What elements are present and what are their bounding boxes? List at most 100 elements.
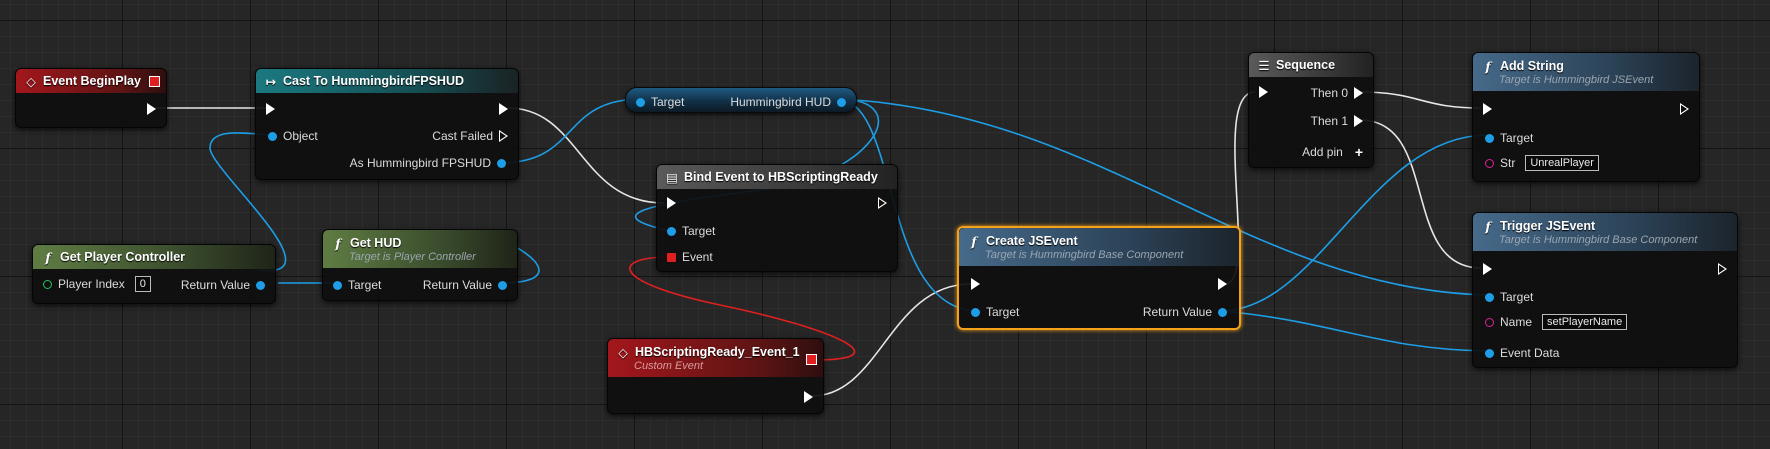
sequence-icon: ☰ bbox=[1258, 57, 1270, 73]
object-pin-icon bbox=[1485, 348, 1494, 358]
target-input-pin[interactable]: Target bbox=[333, 278, 387, 292]
pin-label: Event bbox=[682, 250, 713, 264]
target-input-pin[interactable]: Target bbox=[636, 95, 690, 109]
pin-label: Object bbox=[283, 129, 318, 143]
pin-label: Name bbox=[1500, 315, 1533, 329]
exec-arrow-icon bbox=[971, 278, 980, 290]
object-pin-icon bbox=[333, 280, 342, 290]
return-value-pin[interactable]: Return Value bbox=[1137, 305, 1227, 319]
function-icon: f bbox=[971, 233, 977, 249]
exec-input-pin[interactable] bbox=[667, 197, 676, 209]
exec-arrow-icon bbox=[1483, 103, 1492, 115]
exec-wire bbox=[507, 107, 665, 204]
pin-label: Return Value bbox=[180, 278, 250, 292]
exec-output-pin[interactable] bbox=[499, 103, 508, 115]
create-jsevent-node[interactable]: f Create JSEvent Target is Hummingbird Ba… bbox=[957, 226, 1241, 330]
str-input[interactable]: UnrealPlayer bbox=[1525, 155, 1599, 171]
exec-arrow-icon bbox=[266, 103, 275, 115]
delegate-output-pin[interactable] bbox=[149, 76, 160, 87]
exec-input-pin[interactable] bbox=[1259, 86, 1268, 98]
node-header: ◇ HBScriptingReady_Event_1 Custom Event bbox=[608, 339, 823, 377]
exec-input-pin[interactable] bbox=[1483, 263, 1492, 275]
hummingbird-hud-output-pin[interactable]: Hummingbird HUD bbox=[724, 95, 846, 109]
exec-arrow-icon bbox=[499, 130, 508, 142]
node-header: f Get HUD Target is Player Controller bbox=[323, 230, 517, 268]
then-1-pin[interactable]: Then 1 bbox=[1305, 114, 1363, 128]
node-header: ☰ Sequence bbox=[1249, 53, 1373, 77]
delegate-pin-icon bbox=[667, 252, 676, 262]
return-value-pin[interactable]: Return Value bbox=[417, 278, 507, 292]
exec-arrow-icon bbox=[878, 197, 887, 209]
exec-wire bbox=[1359, 91, 1482, 109]
target-input-pin[interactable]: Target bbox=[1485, 131, 1539, 145]
exec-output-pin[interactable] bbox=[1718, 263, 1727, 275]
node-header: f Trigger JSEvent Target is Hummingbird B… bbox=[1473, 213, 1737, 251]
cast-arrow-icon: ↦ bbox=[265, 73, 277, 89]
as-hud-output-pin[interactable]: As Hummingbird FPSHUD bbox=[344, 156, 506, 170]
pin-label: Player Index bbox=[58, 277, 125, 291]
object-wire bbox=[499, 98, 643, 164]
node-title: Cast To HummingbirdFPSHUD bbox=[283, 74, 465, 88]
pin-label: Event Data bbox=[1500, 346, 1560, 360]
bind-event-icon: ▤ bbox=[666, 169, 678, 185]
exec-wire bbox=[811, 283, 972, 397]
pin-label: Target bbox=[1500, 290, 1534, 304]
get-hud-node[interactable]: f Get HUD Target is Player Controller Tar… bbox=[322, 229, 518, 301]
event-beginplay-node[interactable]: ◇ Event BeginPlay bbox=[15, 68, 167, 128]
event-diamond-icon: ◇ bbox=[26, 73, 36, 89]
string-pin-icon bbox=[1485, 317, 1494, 327]
pin-label: Target bbox=[682, 224, 716, 238]
node-title: Sequence bbox=[1276, 58, 1336, 72]
node-header: ◇ Event BeginPlay bbox=[16, 69, 166, 93]
event-data-input-pin[interactable]: Event Data bbox=[1485, 346, 1565, 360]
pin-label: Then 1 bbox=[1310, 114, 1348, 128]
node-header: ▤ Bind Event to HBScriptingReady bbox=[657, 165, 897, 189]
get-player-controller-node[interactable]: f Get Player Controller Player Index 0 Re… bbox=[32, 244, 276, 304]
cast-node[interactable]: ↦ Cast To HummingbirdFPSHUD Object Cast … bbox=[255, 68, 519, 180]
exec-output-pin[interactable] bbox=[878, 197, 887, 209]
node-title: Get HUD bbox=[350, 236, 402, 250]
object-wire bbox=[1219, 310, 1489, 352]
then-0-pin[interactable]: Then 0 bbox=[1305, 86, 1363, 100]
exec-arrow-icon bbox=[1354, 87, 1363, 99]
exec-input-pin[interactable] bbox=[266, 103, 275, 115]
pin-label: Target bbox=[986, 305, 1020, 319]
str-input-pin[interactable]: Str UnrealPlayer bbox=[1485, 155, 1599, 171]
custom-event-node[interactable]: ◇ HBScriptingReady_Event_1 Custom Event bbox=[607, 338, 824, 414]
target-input-pin[interactable]: Target bbox=[667, 224, 721, 238]
event-input-pin[interactable]: Event bbox=[667, 250, 719, 264]
add-pin-button[interactable]: + Add pin bbox=[1296, 144, 1363, 160]
delegate-output-pin[interactable] bbox=[806, 354, 817, 365]
hummingbird-hud-variable-node[interactable]: Target Hummingbird HUD bbox=[625, 87, 857, 113]
object-pin-icon bbox=[256, 280, 265, 290]
target-input-pin[interactable]: Target bbox=[1485, 290, 1539, 304]
return-value-pin[interactable]: Return Value bbox=[175, 278, 265, 292]
object-pin-icon bbox=[498, 280, 507, 290]
node-header: f Get Player Controller bbox=[33, 245, 275, 269]
trigger-jsevent-node[interactable]: f Trigger JSEvent Target is Hummingbird B… bbox=[1472, 212, 1738, 368]
pin-label: Cast Failed bbox=[432, 129, 493, 143]
player-index-pin[interactable]: Player Index 0 bbox=[43, 276, 151, 292]
exec-output-pin[interactable] bbox=[1680, 103, 1689, 115]
node-title: Add String bbox=[1500, 59, 1564, 73]
player-index-input[interactable]: 0 bbox=[134, 276, 151, 292]
object-pin-icon bbox=[497, 158, 506, 168]
exec-arrow-icon bbox=[1218, 278, 1227, 290]
object-input-pin[interactable]: Object bbox=[268, 129, 324, 143]
exec-arrow-icon bbox=[1483, 263, 1492, 275]
bind-event-node[interactable]: ▤ Bind Event to HBScriptingReady Target … bbox=[656, 164, 898, 272]
exec-output-pin[interactable] bbox=[804, 391, 813, 403]
node-title: Get Player Controller bbox=[60, 250, 186, 264]
name-input-pin[interactable]: Name setPlayerName bbox=[1485, 314, 1628, 330]
target-input-pin[interactable]: Target bbox=[971, 305, 1025, 319]
name-input[interactable]: setPlayerName bbox=[1542, 314, 1628, 330]
exec-input-pin[interactable] bbox=[971, 278, 980, 290]
exec-wire bbox=[1359, 119, 1482, 269]
exec-output-pin[interactable] bbox=[1218, 278, 1227, 290]
cast-failed-pin[interactable]: Cast Failed bbox=[426, 129, 508, 143]
add-string-node[interactable]: f Add String Target is Hummingbird JSEven… bbox=[1472, 52, 1700, 182]
exec-arrow-icon bbox=[147, 103, 156, 115]
exec-input-pin[interactable] bbox=[1483, 103, 1492, 115]
sequence-node[interactable]: ☰ Sequence Then 0 Then 1 + Add pin bbox=[1248, 52, 1374, 168]
exec-output-pin[interactable] bbox=[147, 103, 156, 115]
